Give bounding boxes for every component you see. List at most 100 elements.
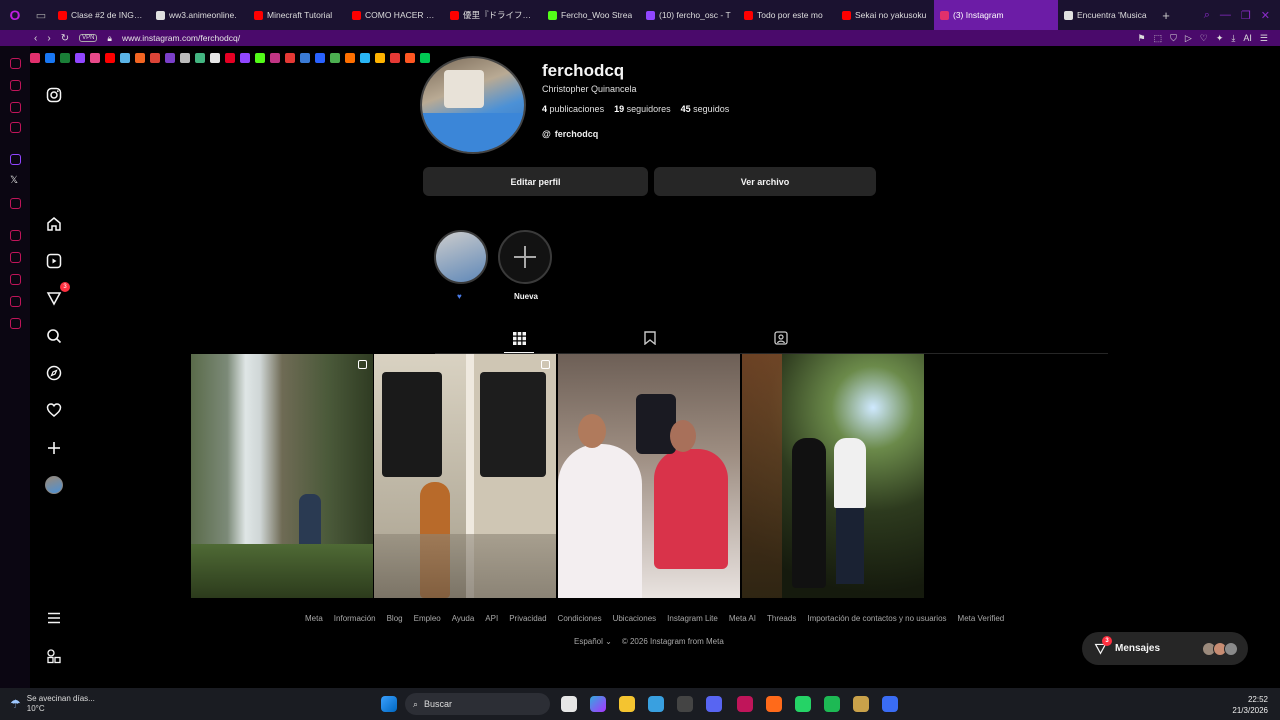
browser-tab[interactable]: ww3.animeonline. xyxy=(150,0,248,30)
bookmark-icon-10[interactable] xyxy=(165,53,175,63)
twitch-rail-icon[interactable] xyxy=(10,154,21,165)
post-waterfall[interactable] xyxy=(191,354,373,598)
explore-icon[interactable] xyxy=(44,363,64,383)
play-icon[interactable]: ▷ xyxy=(1185,33,1192,44)
reels-icon[interactable] xyxy=(44,251,64,271)
edit-profile-button[interactable]: Editar perfil xyxy=(423,167,648,196)
snapshot-icon[interactable]: ⬚ xyxy=(1154,33,1163,44)
threads-link[interactable]: @ ferchodcq xyxy=(542,129,598,139)
view-archive-button[interactable]: Ver archivo xyxy=(654,167,876,196)
twitch-bookmark-icon[interactable] xyxy=(75,53,85,63)
footer-link[interactable]: API xyxy=(485,614,498,623)
bookmark-icon-18[interactable] xyxy=(285,53,295,63)
crunchyroll-icon[interactable] xyxy=(766,696,782,712)
vpn-badge[interactable]: VPN xyxy=(79,34,98,42)
bookmark-icon-12[interactable] xyxy=(195,53,205,63)
url-input[interactable]: www.instagram.com/ferchodcq/ xyxy=(122,33,240,43)
reload-button[interactable]: ↻ xyxy=(61,33,69,44)
browser-tab[interactable]: Sekai no yakusoku xyxy=(836,0,934,30)
app-icon-extra[interactable] xyxy=(853,696,869,712)
lock-icon[interactable]: 🔒︎ xyxy=(107,33,112,44)
tab-posts-grid-icon[interactable] xyxy=(510,329,528,347)
browser-tab[interactable]: Minecraft Tutorial xyxy=(248,0,346,30)
bookmark-icon-20[interactable] xyxy=(315,53,325,63)
instagram-rail-icon[interactable] xyxy=(10,122,21,133)
bookmark-icon-19[interactable] xyxy=(300,53,310,63)
facebook-bookmark-icon[interactable] xyxy=(45,53,55,63)
profile-avatar-icon[interactable] xyxy=(44,475,64,495)
bookmark-icon-27[interactable] xyxy=(420,53,430,63)
bookmark-icon-13[interactable] xyxy=(210,53,220,63)
kick-bookmark-icon[interactable] xyxy=(255,53,265,63)
post-family-event[interactable] xyxy=(558,354,740,598)
pinterest-bookmark-icon[interactable] xyxy=(225,53,235,63)
create-plus-icon[interactable] xyxy=(44,438,64,458)
opera-logo-icon[interactable]: O xyxy=(0,0,30,30)
history-rail-icon[interactable] xyxy=(10,274,21,285)
search-tabs-icon[interactable]: ⌕ xyxy=(1204,9,1210,22)
spotify-icon[interactable] xyxy=(824,696,840,712)
footer-link[interactable]: Ayuda xyxy=(452,614,475,623)
bookmark-icon[interactable]: ⚑ xyxy=(1138,33,1146,44)
browser-tab[interactable]: (10) fercho_osc - T xyxy=(640,0,738,30)
instagram-bookmark-icon[interactable] xyxy=(30,53,40,63)
task-view-icon[interactable] xyxy=(561,696,577,712)
close-window-button[interactable]: ✕ xyxy=(1261,9,1270,22)
post-night-garden[interactable] xyxy=(742,354,924,598)
gmail-bookmark-icon[interactable] xyxy=(150,53,160,63)
downloads-icon[interactable]: ⤓ xyxy=(1231,33,1235,44)
rail-icon-11[interactable] xyxy=(10,296,21,307)
footer-link[interactable]: Importación de contactos y no usuarios xyxy=(807,614,946,623)
footer-link[interactable]: Meta Verified xyxy=(958,614,1005,623)
system-clock[interactable]: 22:52 21/3/2026 xyxy=(1232,694,1268,716)
instagram-logo-icon[interactable] xyxy=(44,85,64,105)
footer-link[interactable]: Blog xyxy=(387,614,403,623)
messenger-icon[interactable]: 3 xyxy=(44,282,70,308)
search-icon[interactable] xyxy=(44,326,64,346)
browser-tab[interactable]: Fercho_Woo Strea xyxy=(542,0,640,30)
footer-link[interactable]: Privacidad xyxy=(509,614,546,623)
browser-tab[interactable]: Todo por este mo xyxy=(738,0,836,30)
footer-link[interactable]: Información xyxy=(334,614,376,623)
back-button[interactable]: ‹ xyxy=(34,33,37,44)
whatsapp-icon[interactable] xyxy=(795,696,811,712)
taskbar-search[interactable]: ⌕ Buscar xyxy=(405,693,550,715)
footer-link[interactable]: Instagram Lite xyxy=(667,614,718,623)
rail-icon-2[interactable] xyxy=(10,80,21,91)
bookmark-icon-22[interactable] xyxy=(345,53,355,63)
copilot-icon[interactable] xyxy=(590,696,606,712)
footer-link[interactable]: Ubicaciones xyxy=(613,614,657,623)
heart-notifications-icon[interactable] xyxy=(44,400,64,420)
also-from-meta-icon[interactable] xyxy=(44,646,64,666)
weather-widget[interactable]: ☂ Se avecinan días... 10°C xyxy=(10,694,95,714)
tab-tagged-icon[interactable] xyxy=(772,329,790,347)
browser-tab[interactable]: COMO HACER UN xyxy=(346,0,444,30)
story-highlight[interactable] xyxy=(434,230,488,284)
bookmark-icon-11[interactable] xyxy=(180,53,190,63)
store-icon[interactable] xyxy=(648,696,664,712)
heart-icon[interactable]: ♡ xyxy=(1200,33,1208,44)
footer-link[interactable]: Empleo xyxy=(414,614,441,623)
youtube-bookmark-icon[interactable] xyxy=(105,53,115,63)
shield-icon[interactable]: ⛉ xyxy=(1170,33,1177,44)
language-selector[interactable]: Español ⌄ xyxy=(574,637,612,646)
footer-link[interactable]: Meta xyxy=(305,614,323,623)
aria-ai-button[interactable]: AI xyxy=(1243,33,1252,44)
bookmark-icon-3[interactable] xyxy=(60,53,70,63)
bookmark-icon-24[interactable] xyxy=(375,53,385,63)
rail-icon-7[interactable] xyxy=(10,198,21,209)
menu-icon[interactable]: ☰ xyxy=(1260,33,1268,44)
bookmark-icon-5[interactable] xyxy=(90,53,100,63)
rail-icon-9[interactable] xyxy=(10,252,21,263)
maximize-button[interactable]: ❐ xyxy=(1241,9,1251,22)
bookmark-icon-17[interactable] xyxy=(270,53,280,63)
bookmark-icon-8[interactable] xyxy=(135,53,145,63)
footer-link[interactable]: Condiciones xyxy=(558,614,602,623)
bookmark-icon-21[interactable] xyxy=(330,53,340,63)
app-icon-blue[interactable] xyxy=(882,696,898,712)
bookmark-icon-26[interactable] xyxy=(405,53,415,63)
rail-icon-3[interactable] xyxy=(10,102,21,113)
rail-icon-8[interactable] xyxy=(10,230,21,241)
home-icon[interactable] xyxy=(44,214,64,234)
settings-rail-icon[interactable] xyxy=(10,318,21,329)
